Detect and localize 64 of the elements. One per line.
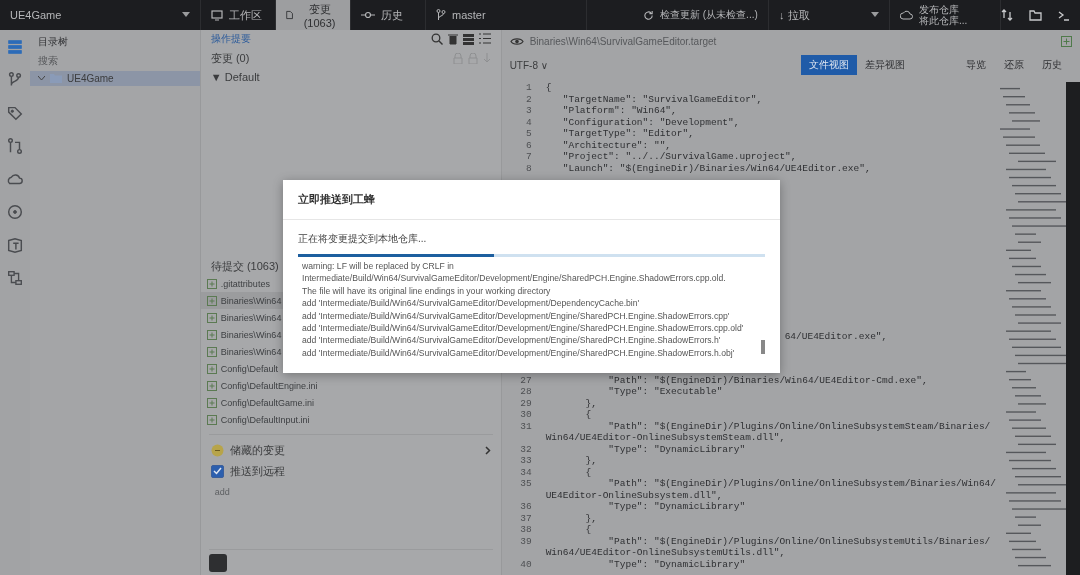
code-line: { [584,409,592,421]
line-number: 38 [519,524,533,536]
code-line: { [545,82,552,94]
line-number: 7 [524,151,533,163]
log-line: add 'Intermediate/Build/Win64/SurvivalGameEditor/Development/DependencyCache.bin' [302,297,641,310]
code-line: "Type": "DynamicLibrary" [607,443,746,455]
code-line: UE4Editor-OnlineSubsystem.dll", [545,489,723,501]
panel-title: 目录树 [37,35,69,49]
log-line: add 'Intermediate/Build/Win64/SurvivalGameEditor/Development/Engine/SharedPCH.Engine.ShadowErrors.cpp' [302,309,731,323]
line-number: 29 [519,397,533,409]
dialog-title: 立即推送到工蜂 [283,180,780,220]
line-number: 1 [524,82,533,94]
code-line: { [584,524,592,536]
log-line: add 'Intermediate/Build/Win64/SurvivalGameEditor/Development/Engine/SharedPCH.Engine.ShadowErrors.h' [302,334,722,347]
line-number: 39 [519,535,533,547]
line-number: 2 [524,93,533,105]
code-line: Win64/UE4Editor-OnlineSubsystemUtils.dll", [545,547,786,559]
line-number: 30 [519,409,533,421]
section-title: 变更 (0) [210,50,250,66]
log-line: add 'Intermediate/Build/Win64/SurvivalGameEditor/Development/Engine/SharedPCH.Engine.ShadowErrors.h.obj' [302,346,736,360]
stash-label: 储藏的变更 [229,443,285,459]
line-number: 5 [524,128,533,140]
line-number: 31 [519,420,533,432]
line-number: 34 [519,466,533,478]
code-line: }, [584,512,597,524]
line-number: 36 [519,501,533,513]
line-number: 35 [519,478,533,490]
line-number: 8 [524,162,533,174]
code-line: "Configuration": "Development", [561,116,740,128]
code-line: "Type": "Executable" [607,386,723,398]
code-line: "Path": "$(EngineDir)/Plugins/Online/OnlineSubsystemSteam/Binaries/ [607,420,991,432]
code-line: "TargetType": "Editor", [561,128,694,140]
line-number: 27 [519,374,533,386]
code-line: "Launch": "$(EngineDir)/Binaries/Win64/UE4Editor.exe", [561,162,871,174]
line-number: 6 [524,139,533,151]
code-line: Win64/UE4Editor-OnlineSubsystemSteam.dll", [545,432,786,444]
code-line: "Path": "$(EngineDir)/Binaries/Win64/UE4Editor-Cmd.exe", [607,374,928,386]
code-line: "Platform": "Win64", [561,105,677,117]
code-line: "Path": "$(EngineDir)/Plugins/Online/OnlineSubsystem/Binaries/Win64/ [607,478,996,490]
log-line: Intermediate/Build/Win64/SurvivalGameEditor/Development/Engine/SharedPCH.Engine.ShadowErrors.cpp.old. [302,272,727,285]
code-line: { [584,466,592,478]
line-number: 4 [524,116,533,128]
log-line: The file will have its original line endings in your working directory [302,284,552,298]
code-line: }, [584,397,597,409]
code-line: "Type": "DynamicLibrary" [607,501,746,513]
line-number: 33 [519,455,533,467]
status-text: 正在将变更提交到本地仓库... [297,232,428,246]
code-line: "Project": "../../SurvivalGame.uproject", [561,151,797,163]
log-line: add 'Intermediate/Build/Win64/SurvivalGameEditor/Development/Engine/SharedPCH.Engine.ShadowErrors.cpp.old' [302,322,745,335]
code-line: "Type": "DynamicLibrary" [607,558,746,570]
line-number: 28 [519,386,533,398]
line-number: 37 [519,512,533,524]
code-line: }, [584,455,597,467]
line-number: 3 [524,105,533,117]
code-line: "TargetName": "SurvivalGameEditor", [561,93,763,105]
log-line: warning: LF will be replaced by CRLF in [302,260,455,273]
file-path: Binaries\Win64\SurvivalGameEditor.target [529,35,717,47]
section-title: 待提交 (1063) [210,258,279,274]
code-line: "Architecture": "", [561,139,672,151]
code-line: 64/UE4Editor.exe", [784,331,888,342]
checkbox-label: 推送到远程 [229,463,285,479]
line-number: 40 [519,558,533,570]
code-line: "Path": "$(EngineDir)/Plugins/Online/OnlineSubsystemUtils/Binaries/ [607,535,991,547]
line-number: 32 [519,443,533,455]
